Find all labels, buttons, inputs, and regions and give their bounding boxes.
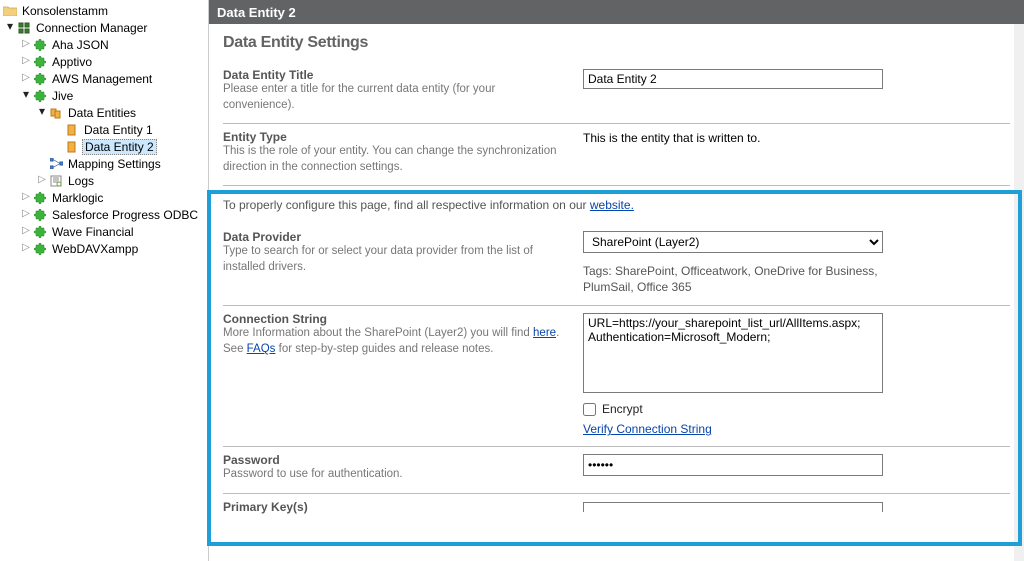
section-primary: Primary Key(s) <box>223 494 1010 515</box>
provider-tags: Tags: SharePoint, Officeatwork, OneDrive… <box>583 263 883 295</box>
label-connstr: Connection String <box>223 312 563 326</box>
chevron-down-icon[interactable] <box>36 105 48 118</box>
tree-item-mapping[interactable]: Mapping Settings <box>0 155 208 172</box>
tree-label: Salesforce Progress ODBC <box>50 208 200 222</box>
chevron-right-icon[interactable] <box>20 56 32 66</box>
tree-label: Data Entities <box>66 106 138 120</box>
puzzle-icon <box>32 37 48 53</box>
label-provider: Data Provider <box>223 230 563 244</box>
section-provider: Data Provider Type to search for or sele… <box>223 224 1010 306</box>
section-connstr: Connection String More Information about… <box>223 306 1010 447</box>
chevron-right-icon[interactable] <box>20 226 32 236</box>
tree-item-aws[interactable]: AWS Management <box>0 70 208 87</box>
label-entity-type: Entity Type <box>223 130 563 144</box>
main-panel: Data Entity 2 Data Entity Settings Data … <box>208 0 1024 561</box>
desc-password: Password to use for authentication. <box>223 467 563 483</box>
logs-icon <box>48 173 64 189</box>
tree-label: Aha JSON <box>50 38 111 52</box>
mapping-icon <box>48 156 64 172</box>
chevron-down-icon[interactable] <box>4 20 16 33</box>
tree-item-salesforce[interactable]: Salesforce Progress ODBC <box>0 206 208 223</box>
puzzle-icon <box>32 207 48 223</box>
tree-root[interactable]: Konsolenstamm <box>0 2 208 19</box>
tree-item-wave[interactable]: Wave Financial <box>0 223 208 240</box>
tree-label: Wave Financial <box>50 225 136 239</box>
entities-icon <box>48 105 64 121</box>
chevron-right-icon[interactable] <box>20 39 32 49</box>
page-title: Data Entity Settings <box>223 34 1010 52</box>
title-bar-text: Data Entity 2 <box>217 5 296 20</box>
folder-icon <box>2 3 18 19</box>
website-link[interactable]: website. <box>590 198 634 212</box>
chevron-right-icon[interactable] <box>20 209 32 219</box>
tree-label: Data Entity 1 <box>82 123 155 137</box>
here-link[interactable]: here <box>533 327 556 339</box>
encrypt-checkbox[interactable] <box>583 403 596 416</box>
label-primary: Primary Key(s) <box>223 500 563 514</box>
tree-item-jive[interactable]: Jive <box>0 87 208 104</box>
tree-item-aha[interactable]: Aha JSON <box>0 36 208 53</box>
desc-title: Please enter a title for the current dat… <box>223 82 563 113</box>
tree-item-webdav[interactable]: WebDAVXampp <box>0 240 208 257</box>
puzzle-icon <box>32 241 48 257</box>
faq-link[interactable]: FAQs <box>247 343 276 355</box>
chevron-right-icon[interactable] <box>20 73 32 83</box>
tree-label: WebDAVXampp <box>50 242 140 256</box>
puzzle-icon <box>32 224 48 240</box>
section-info: To properly configure this page, find al… <box>223 186 1010 224</box>
label-title: Data Entity Title <box>223 68 563 82</box>
chevron-right-icon[interactable] <box>20 243 32 253</box>
tree-label: Mapping Settings <box>66 157 163 171</box>
section-entity-type: Entity Type This is the role of your ent… <box>223 124 1010 186</box>
label-password: Password <box>223 453 563 467</box>
tree-item-data-entities[interactable]: Data Entities <box>0 104 208 121</box>
title-bar: Data Entity 2 <box>209 0 1024 24</box>
entity-icon <box>64 139 80 155</box>
entity-icon <box>64 122 80 138</box>
encrypt-label: Encrypt <box>602 402 643 416</box>
chevron-right-icon[interactable] <box>20 192 32 202</box>
tree-label: Marklogic <box>50 191 105 205</box>
tree-item-marklogic[interactable]: Marklogic <box>0 189 208 206</box>
puzzle-icon <box>32 71 48 87</box>
tree-label: Connection Manager <box>34 21 149 35</box>
connstr-textarea[interactable] <box>583 313 883 393</box>
puzzle-icon <box>32 88 48 104</box>
tree-label: Jive <box>50 89 75 103</box>
desc-entity-type: This is the role of your entity. You can… <box>223 144 563 175</box>
entity-type-value: This is the entity that is written to. <box>583 131 760 145</box>
section-password: Password Password to use for authenticat… <box>223 447 1010 494</box>
tree-label: AWS Management <box>50 72 154 86</box>
tree-label: Logs <box>66 174 96 188</box>
password-input[interactable] <box>583 454 883 476</box>
verify-link[interactable]: Verify Connection String <box>583 422 712 436</box>
tree-label: Konsolenstamm <box>20 4 110 18</box>
section-title: Data Entity Title Please enter a title f… <box>223 62 1010 124</box>
tree-item-de1[interactable]: Data Entity 1 <box>0 121 208 138</box>
info-text: To properly configure this page, find al… <box>223 198 590 212</box>
tree-item-apptivo[interactable]: Apptivo <box>0 53 208 70</box>
tree-label: Apptivo <box>50 55 94 69</box>
connstr-desc-post: for step-by-step guides and release note… <box>275 343 493 355</box>
primary-input[interactable] <box>583 502 883 512</box>
puzzle-icon <box>32 54 48 70</box>
tree-item-logs[interactable]: Logs <box>0 172 208 189</box>
tree-label: Data Entity 2 <box>82 139 157 155</box>
tree-panel: Konsolenstamm Connection Manager Aha JSO… <box>0 0 208 561</box>
tree-connection-manager[interactable]: Connection Manager <box>0 19 208 36</box>
title-input[interactable] <box>583 69 883 89</box>
desc-provider: Type to search for or select your data p… <box>223 244 563 275</box>
provider-select[interactable]: SharePoint (Layer2) <box>583 231 883 253</box>
desc-connstr: More Information about the SharePoint (L… <box>223 326 563 357</box>
chevron-down-icon[interactable] <box>20 88 32 101</box>
connstr-desc-pre: More Information about the SharePoint (L… <box>223 327 533 339</box>
manager-icon <box>16 20 32 36</box>
tree-item-de2[interactable]: Data Entity 2 <box>0 138 208 155</box>
chevron-right-icon[interactable] <box>36 175 48 185</box>
puzzle-icon <box>32 190 48 206</box>
